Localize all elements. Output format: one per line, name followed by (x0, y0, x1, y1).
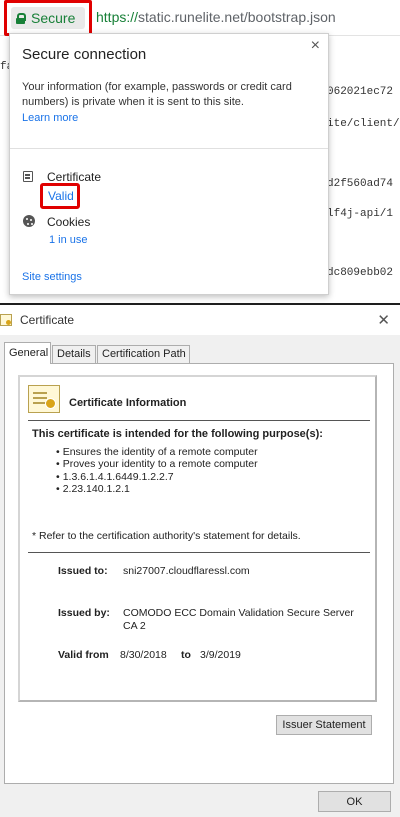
divider (28, 420, 370, 421)
valid-to-label: to (181, 649, 191, 661)
certificate-info-frame: Certificate Information This certificate… (18, 375, 377, 702)
site-settings-link[interactable]: Site settings (22, 271, 82, 283)
valid-to-value: 3/9/2019 (200, 649, 241, 661)
tab-details[interactable]: Details (52, 345, 96, 363)
issued-by-value: COMODO ECC Domain Validation Secure Serv… (123, 607, 354, 632)
site-info-popup: Secure connection × Your information (fo… (9, 33, 329, 295)
page-text-line: 062021ec72 (327, 86, 394, 98)
cookies-in-use-link[interactable]: 1 in use (49, 234, 88, 246)
certificate-icon (28, 385, 60, 413)
ok-button[interactable]: OK (318, 791, 391, 812)
url-host-path: static.runelite.net/bootstrap.json (138, 9, 336, 25)
list-item: 1.3.6.1.4.1.6449.1.2.2.7 (56, 471, 258, 483)
list-item: Proves your identity to a remote compute… (56, 458, 258, 470)
issuer-statement-button[interactable]: Issuer Statement (276, 715, 372, 735)
certificate-dialog: Certificate ✕ General Details Certificat… (0, 303, 400, 817)
issued-to-value: sni27007.cloudflaressl.com (123, 565, 250, 577)
browser-window: Secure https://static.runelite.net/boots… (0, 0, 400, 303)
lock-icon (16, 12, 26, 24)
refer-note: * Refer to the certification authority's… (32, 530, 301, 542)
valid-from-label: Valid from (58, 649, 109, 661)
purpose-heading: This certificate is intended for the fol… (32, 428, 323, 440)
list-item: 2.23.140.1.2.1 (56, 483, 258, 495)
valid-from-value: 8/30/2018 (120, 649, 167, 661)
tab-certification-path[interactable]: Certification Path (97, 345, 190, 363)
certificate-label: Certificate (47, 170, 102, 184)
issued-to-label: Issued to: (58, 565, 108, 577)
list-item: Ensures the identity of a remote compute… (56, 446, 258, 458)
general-tab-panel: Certificate Information This certificate… (4, 363, 394, 784)
certificate-info-title: Certificate Information (69, 397, 187, 409)
url-text[interactable]: https://static.runelite.net/bootstrap.js… (96, 9, 336, 25)
divider (28, 552, 370, 553)
page-text-line: dc809ebb02 (327, 267, 394, 279)
secure-indicator-highlight[interactable]: Secure (4, 0, 92, 36)
page-text-line: lf4j-api/1 (327, 208, 394, 220)
page-text-line: ite/client/ (327, 118, 400, 130)
popup-description: Your information (for example, passwords… (22, 81, 292, 108)
page-text-line: d2f560ad74 (327, 178, 394, 190)
close-icon[interactable]: × (311, 38, 320, 54)
issued-by-label: Issued by: (58, 607, 110, 619)
cookie-icon (23, 215, 35, 227)
cookies-label: Cookies (47, 215, 91, 229)
certificate-valid-link[interactable]: Valid (48, 189, 74, 203)
learn-more-link[interactable]: Learn more (22, 112, 78, 124)
secure-indicator[interactable]: Secure (11, 7, 85, 29)
dialog-titlebar[interactable]: Certificate ✕ (0, 305, 400, 335)
url-scheme: https:// (96, 9, 139, 25)
tab-general[interactable]: General (4, 342, 51, 364)
divider (10, 148, 328, 149)
address-bar[interactable]: Secure https://static.runelite.net/boots… (0, 0, 400, 36)
certificate-icon (23, 171, 33, 182)
popup-title: Secure connection (22, 46, 147, 63)
close-icon[interactable]: ✕ (377, 311, 390, 329)
purpose-list: Ensures the identity of a remote compute… (56, 446, 258, 495)
certificate-icon (0, 314, 12, 326)
secure-label: Secure (31, 10, 76, 26)
dialog-title: Certificate (20, 313, 75, 327)
